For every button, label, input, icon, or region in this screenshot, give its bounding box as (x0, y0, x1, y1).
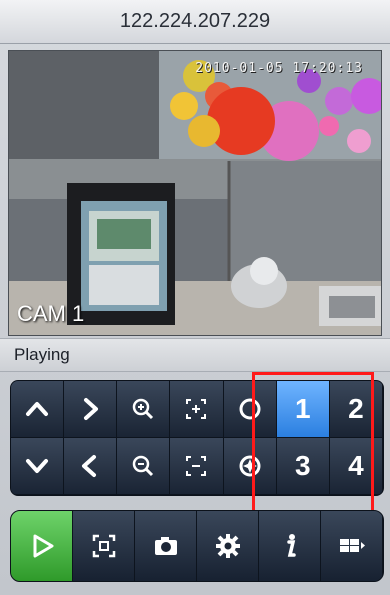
gear-icon (215, 534, 240, 558)
highlight-annotation (252, 372, 374, 517)
status-bar: Playing (0, 338, 390, 372)
chevron-down-icon (26, 459, 49, 473)
bottom-toolbar (10, 510, 384, 582)
pan-up-button[interactable] (11, 381, 65, 438)
video-feed[interactable]: 2010-01-05 17:20:13 CAM 1 (8, 50, 382, 336)
camera-icon (154, 537, 177, 555)
chevron-up-icon (26, 402, 49, 416)
focus-plus-icon (186, 399, 207, 419)
focus-minus-icon (186, 456, 207, 476)
video-scene (9, 51, 381, 335)
chevron-right-icon (84, 398, 99, 420)
chevron-left-icon (82, 455, 97, 477)
video-timestamp: 2010-01-05 17:20:13 (195, 61, 363, 76)
zoom-in-button[interactable] (117, 381, 171, 438)
camera-label: CAM 1 (17, 301, 85, 326)
fullscreen-icon (92, 534, 115, 558)
zoom-in-icon (133, 398, 154, 420)
layout-button[interactable] (321, 511, 383, 581)
info-icon (286, 534, 296, 557)
pan-down-button[interactable] (11, 438, 65, 495)
fullscreen-button[interactable] (73, 511, 135, 581)
page-title: 122.224.207.229 (119, 10, 271, 32)
pan-left-button[interactable] (64, 438, 118, 495)
title-bar: 122.224.207.229 (0, 0, 390, 44)
focus-near-button[interactable] (170, 381, 224, 438)
status-text: Playing (14, 345, 70, 364)
settings-button[interactable] (197, 511, 259, 581)
zoom-out-button[interactable] (117, 438, 171, 495)
snapshot-button[interactable] (135, 511, 197, 581)
zoom-out-icon (133, 455, 154, 477)
pan-right-button[interactable] (64, 381, 118, 438)
play-button[interactable] (11, 511, 73, 581)
info-button[interactable] (259, 511, 321, 581)
focus-far-button[interactable] (170, 438, 224, 495)
play-icon (33, 534, 53, 558)
layout-icon (339, 539, 365, 552)
